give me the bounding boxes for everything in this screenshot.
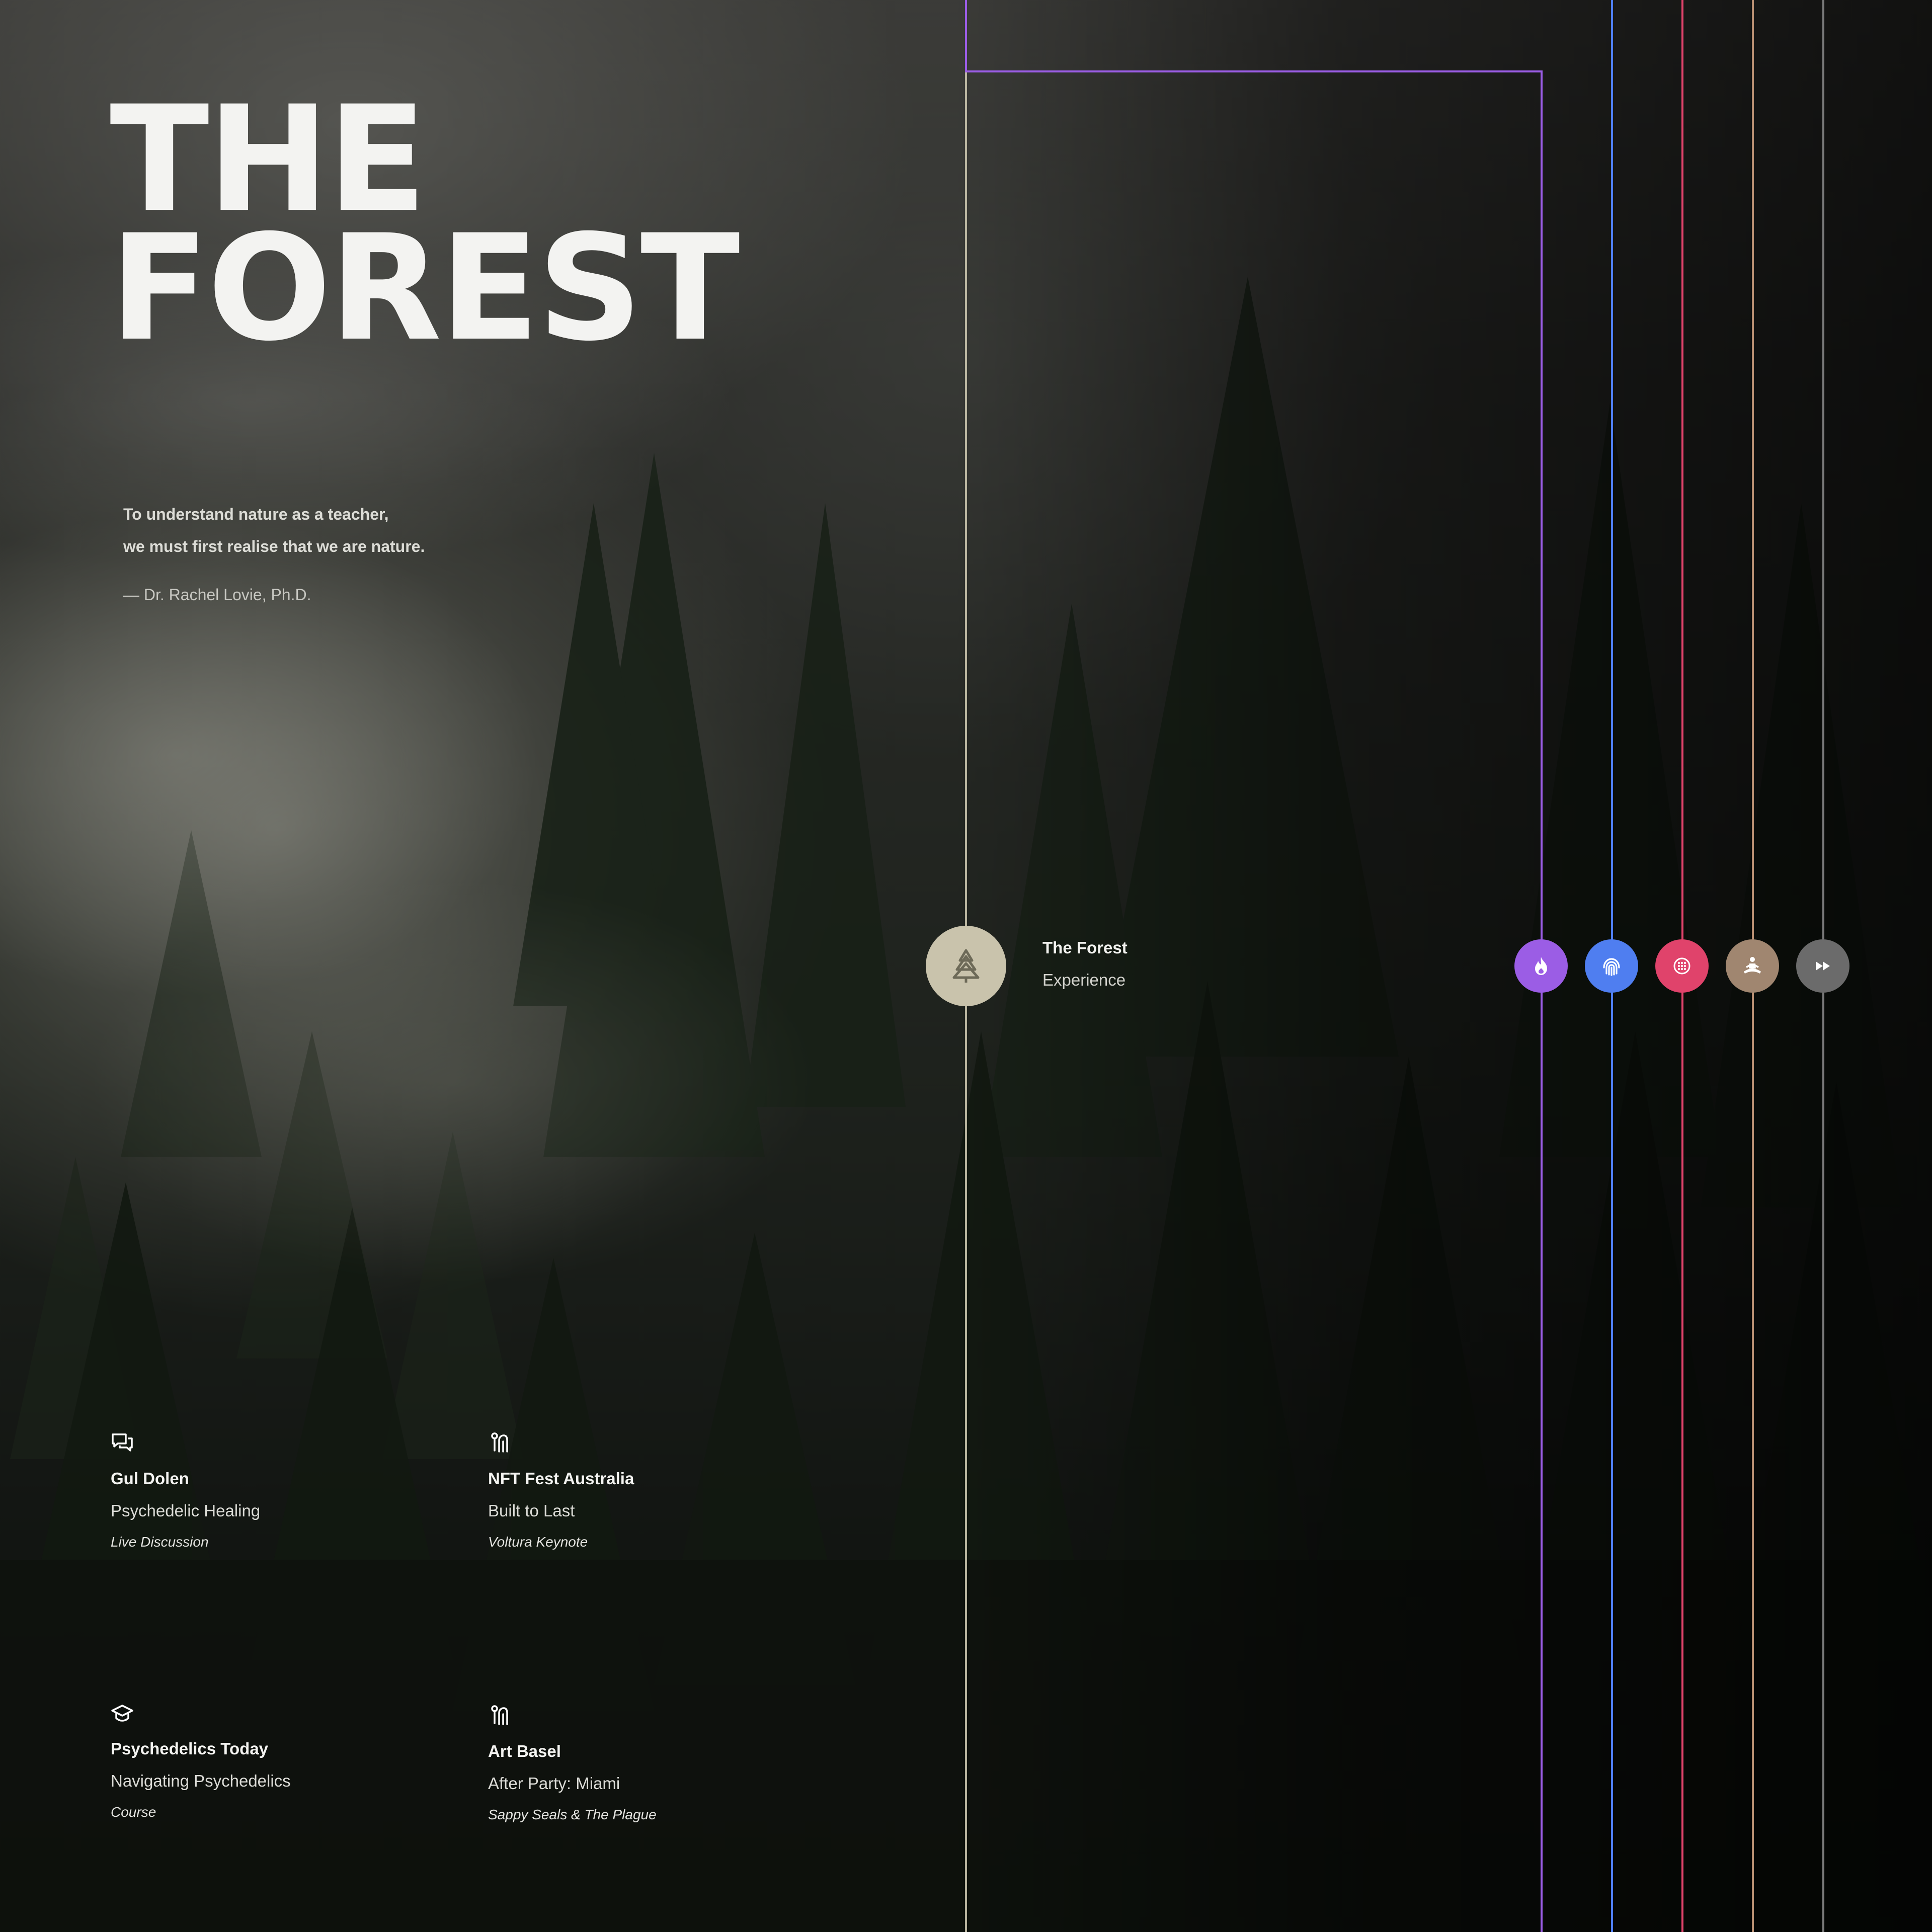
tree-icon [952, 949, 980, 983]
event-type: Live Discussion [111, 1534, 209, 1550]
event-type: Voltura Keynote [488, 1534, 588, 1550]
quote-block: To understand nature as a teacher, we mu… [123, 498, 425, 604]
event-subtitle: Psychedelic Healing [111, 1501, 261, 1520]
timeline-connector-purple [965, 70, 1543, 72]
meditation-node[interactable] [1726, 939, 1779, 993]
fast-forward-icon [1816, 961, 1830, 971]
chat-icon [112, 1433, 133, 1452]
microphone-icon [491, 1705, 508, 1725]
forest-experience-label: The Forest Experience [1042, 937, 1128, 991]
event-subtitle: After Party: Miami [488, 1774, 620, 1793]
event-type: Course [111, 1804, 156, 1820]
fast-forward-node[interactable] [1796, 939, 1849, 993]
meditation-icon [1744, 957, 1761, 974]
page-title: THE FOREST [110, 87, 740, 373]
forest-experience-node[interactable] [926, 926, 1006, 1006]
event-title: Gul Dolen [111, 1469, 189, 1488]
timeline-line-purple-top [965, 0, 967, 71]
event-card-art-basel[interactable]: Art Basel After Party: Miami Sappy Seals… [488, 1704, 790, 1825]
event-subtitle: Built to Last [488, 1501, 575, 1520]
dotted-circle-node[interactable] [1655, 939, 1709, 993]
event-subtitle: Navigating Psychedelics [111, 1772, 291, 1790]
flame-icon [1535, 957, 1547, 975]
event-card-nft-fest[interactable]: NFT Fest Australia Built to Last Voltura… [488, 1431, 790, 1552]
event-card-psychedelics-today[interactable]: Psychedelics Today Navigating Psychedeli… [111, 1702, 413, 1822]
node-subtitle: Experience [1042, 971, 1126, 989]
fingerprint-node[interactable] [1585, 939, 1638, 993]
event-card-gul-dolen[interactable]: Gul Dolen Psychedelic Healing Live Discu… [111, 1431, 413, 1552]
event-title: Psychedelics Today [111, 1739, 269, 1758]
quote-line-1: To understand nature as a teacher, [123, 505, 389, 523]
fingerprint-icon [1603, 958, 1620, 976]
node-name: The Forest [1042, 938, 1128, 957]
flame-node[interactable] [1514, 939, 1568, 993]
dotted-circle-icon [1673, 957, 1691, 975]
quote-line-2: we must first realise that we are nature… [123, 537, 425, 555]
event-type: Sappy Seals & The Plague [488, 1807, 657, 1822]
event-title: Art Basel [488, 1742, 561, 1760]
title-line-forest: FOREST [110, 204, 740, 373]
graduation-cap-icon [111, 1705, 133, 1722]
timeline-line-purple [1541, 70, 1543, 1932]
microphone-icon [491, 1432, 508, 1453]
quote-author: — Dr. Rachel Lovie, Ph.D. [123, 586, 311, 604]
event-title: NFT Fest Australia [488, 1469, 634, 1488]
